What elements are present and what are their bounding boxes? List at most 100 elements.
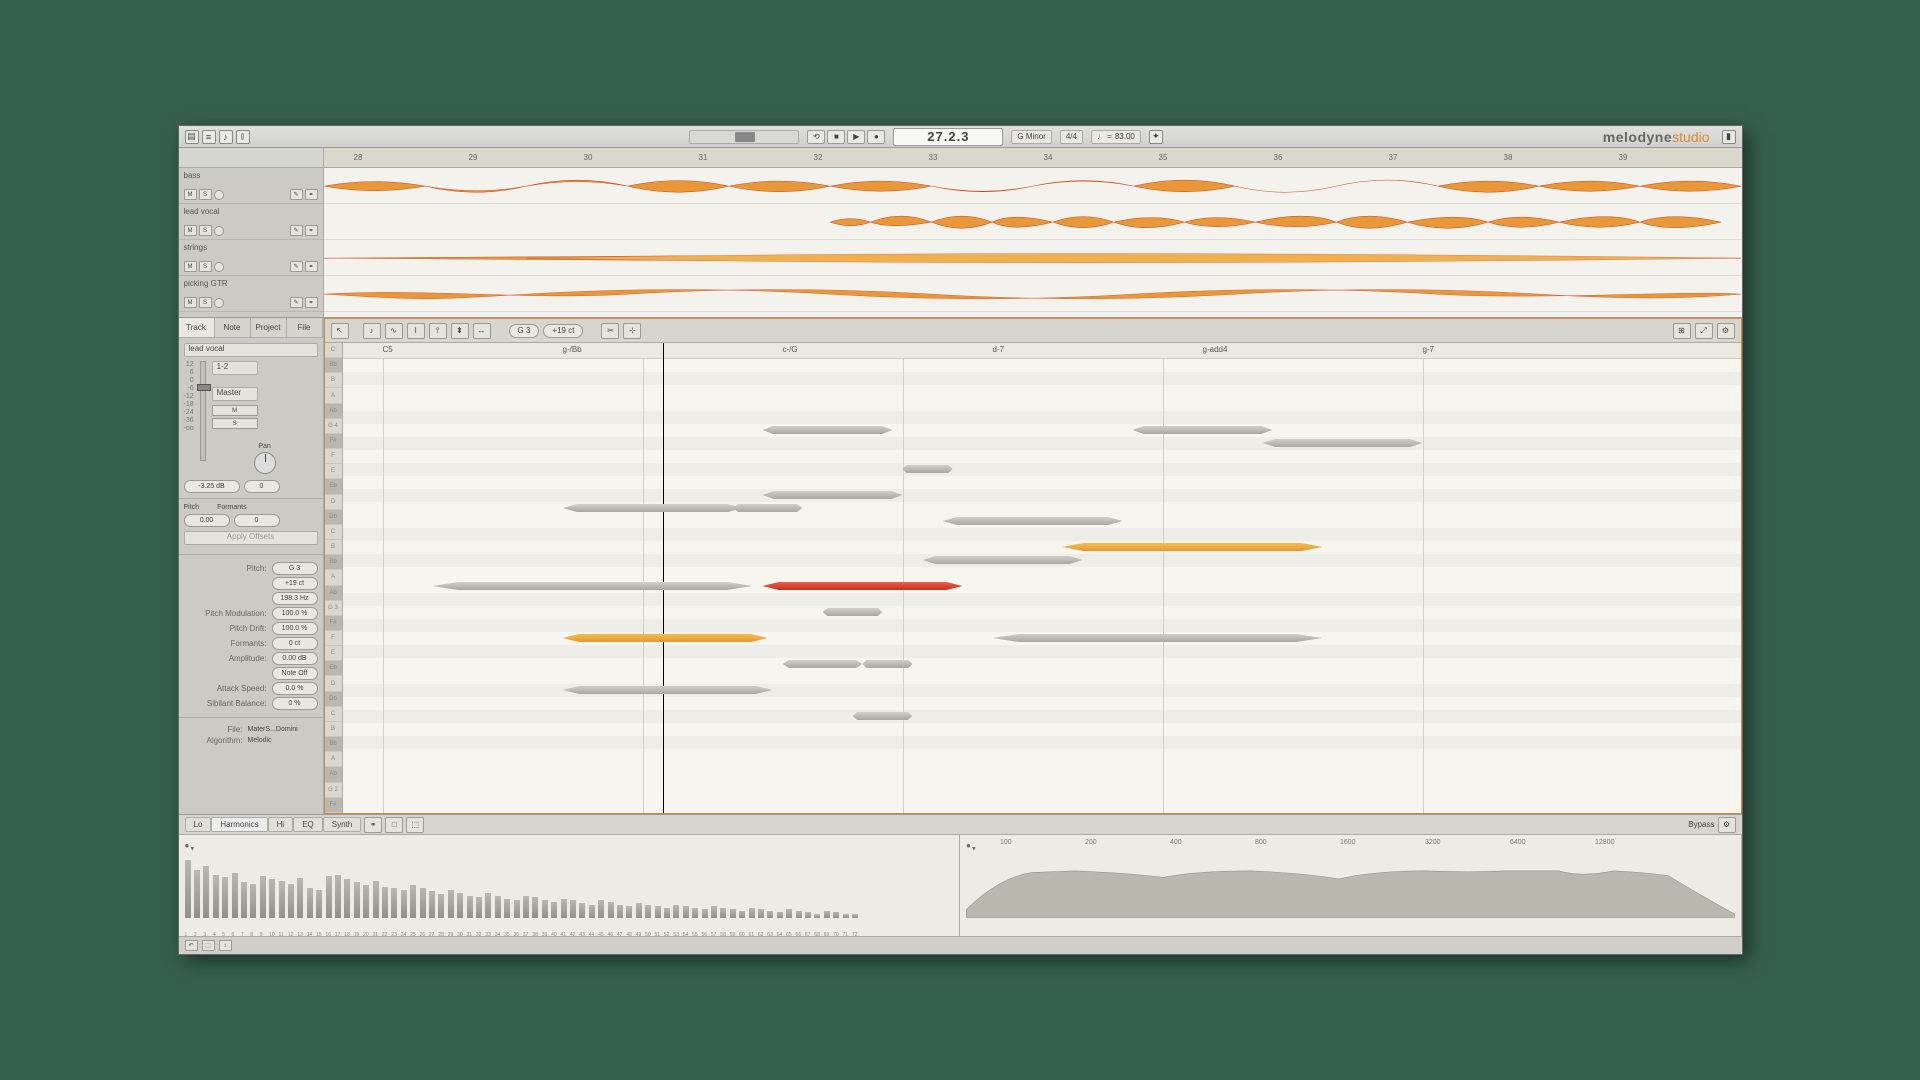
- track-edit-icon[interactable]: ✎: [290, 261, 303, 272]
- prop-value[interactable]: 0 %: [272, 697, 318, 710]
- track-item[interactable]: picking GTR M S ✎ ⚭: [179, 276, 323, 312]
- menu-icon[interactable]: ▮: [1722, 130, 1736, 144]
- bottom-tab-eq[interactable]: EQ: [293, 817, 323, 832]
- note-blob[interactable]: [783, 660, 863, 668]
- track-link-icon[interactable]: ⚭: [305, 261, 318, 272]
- drift-tool-icon[interactable]: ⌇: [407, 323, 425, 339]
- harmonic-bar[interactable]: [702, 909, 708, 918]
- harmonic-bar[interactable]: [730, 909, 736, 918]
- harmonic-bar[interactable]: [692, 908, 698, 919]
- prop-value[interactable]: +19 ct: [272, 577, 318, 590]
- harmonic-bar[interactable]: [363, 885, 369, 918]
- bypass-label[interactable]: Bypass: [1688, 820, 1714, 829]
- harmonic-bar[interactable]: [194, 870, 200, 918]
- harmonic-bar[interactable]: [589, 905, 595, 919]
- harmonic-bar[interactable]: [504, 899, 510, 919]
- harmonic-bar[interactable]: [673, 905, 679, 919]
- track-link-icon[interactable]: ⚭: [305, 189, 318, 200]
- harmonic-bar[interactable]: [222, 877, 228, 918]
- record-arm-button[interactable]: [214, 298, 224, 308]
- track-wave-row[interactable]: [324, 276, 1742, 312]
- tool-b-icon[interactable]: ⬚: [406, 817, 424, 833]
- bottom-tab-hi[interactable]: Hi: [268, 817, 294, 832]
- footer-btn[interactable]: ⬚: [202, 940, 215, 951]
- note-blob[interactable]: [563, 504, 743, 512]
- track-edit-icon[interactable]: ✎: [290, 189, 303, 200]
- track-edit-icon[interactable]: ✎: [290, 297, 303, 308]
- prop-value[interactable]: 100.0 %: [272, 607, 318, 620]
- piano-key[interactable]: A: [325, 570, 342, 585]
- piano-key[interactable]: F#: [325, 616, 342, 631]
- view-icon[interactable]: ⤢: [1695, 323, 1713, 339]
- harmonic-bar[interactable]: [814, 914, 820, 919]
- harmonic-bar[interactable]: [373, 881, 379, 919]
- solo-button[interactable]: S: [199, 189, 212, 200]
- modulation-tool-icon[interactable]: ∿: [385, 323, 403, 339]
- piano-key[interactable]: Db: [325, 692, 342, 707]
- note-blob[interactable]: [863, 660, 913, 668]
- harmonic-bar[interactable]: [326, 876, 332, 918]
- record-arm-button[interactable]: [214, 226, 224, 236]
- meter-icon[interactable]: ⫾: [236, 130, 250, 144]
- piano-key[interactable]: G 2: [325, 783, 342, 798]
- note-blob[interactable]: [1063, 543, 1323, 551]
- track-item[interactable]: lead vocal M S ✎ ⚭: [179, 204, 323, 240]
- tempo-display[interactable]: ♩ = 83.00: [1091, 130, 1141, 144]
- piano-key[interactable]: Ab: [325, 767, 342, 782]
- arrow-tool-icon[interactable]: ↖: [331, 323, 349, 339]
- pan-knob[interactable]: [254, 452, 276, 474]
- note-blob[interactable]: [763, 582, 963, 590]
- harmonic-bar[interactable]: [410, 885, 416, 918]
- note-blob[interactable]: [563, 686, 773, 694]
- tracks-waveform-area[interactable]: 282930313233343536373839: [324, 148, 1742, 317]
- harmonic-bar[interactable]: [683, 906, 689, 918]
- tracks-timeline[interactable]: 282930313233343536373839: [324, 148, 1742, 168]
- piano-key[interactable]: F: [325, 631, 342, 646]
- piano-key[interactable]: G 3: [325, 601, 342, 616]
- harmonic-bar[interactable]: [758, 909, 764, 918]
- harmonic-bar[interactable]: [542, 900, 548, 918]
- master-mute-button[interactable]: M: [212, 405, 258, 416]
- piano-key[interactable]: Ab: [325, 586, 342, 601]
- piano-key[interactable]: A: [325, 752, 342, 767]
- panel-gear-icon[interactable]: ⚙: [1718, 817, 1736, 833]
- harmonic-bar[interactable]: [720, 908, 726, 919]
- harmonic-bar[interactable]: [561, 899, 567, 919]
- piano-key[interactable]: Eb: [325, 479, 342, 494]
- formants-offset-value[interactable]: 0: [234, 514, 280, 527]
- tab-track[interactable]: Track: [179, 318, 215, 337]
- prop-value[interactable]: 0.0 %: [272, 682, 318, 695]
- snap-icon[interactable]: ⊞: [1673, 323, 1691, 339]
- pan-value[interactable]: 0: [244, 480, 280, 493]
- harmonic-bar[interactable]: [316, 890, 322, 919]
- piano-ruler[interactable]: CBbBAAbG 4F#FEEbDDbCBBbAAbG 3F#FEEbDDbCB…: [325, 343, 343, 813]
- track-wave-row[interactable]: [324, 168, 1742, 204]
- record-button[interactable]: ●: [867, 130, 885, 144]
- harmonic-bar[interactable]: [420, 888, 426, 918]
- harmonic-bar[interactable]: [796, 911, 802, 919]
- harmonic-bar[interactable]: [805, 912, 811, 918]
- note-blob[interactable]: [943, 517, 1123, 525]
- piano-key[interactable]: Db: [325, 510, 342, 525]
- harmonic-bar[interactable]: [467, 896, 473, 919]
- loop-button[interactable]: ⟲: [807, 130, 825, 144]
- harmonic-bar[interactable]: [354, 882, 360, 918]
- harmonic-bar[interactable]: [476, 897, 482, 918]
- piano-key[interactable]: C: [325, 525, 342, 540]
- note-blob[interactable]: [923, 556, 1083, 564]
- harmonic-bar[interactable]: [739, 911, 745, 919]
- track-link-icon[interactable]: ⚭: [305, 225, 318, 236]
- piano-key[interactable]: D: [325, 495, 342, 510]
- harmonic-bar[interactable]: [279, 881, 285, 919]
- harmonic-bar[interactable]: [852, 914, 858, 918]
- harmonic-bar[interactable]: [636, 903, 642, 918]
- note-blob[interactable]: [733, 504, 803, 512]
- solo-button[interactable]: S: [199, 261, 212, 272]
- note-blob[interactable]: [903, 465, 953, 473]
- track-wave-row[interactable]: [324, 204, 1742, 240]
- note-blob[interactable]: [763, 491, 903, 499]
- mute-button[interactable]: M: [184, 261, 197, 272]
- harmonic-bar[interactable]: [523, 896, 529, 919]
- harmonic-bar[interactable]: [551, 902, 557, 919]
- tune-icon[interactable]: ♪: [219, 130, 233, 144]
